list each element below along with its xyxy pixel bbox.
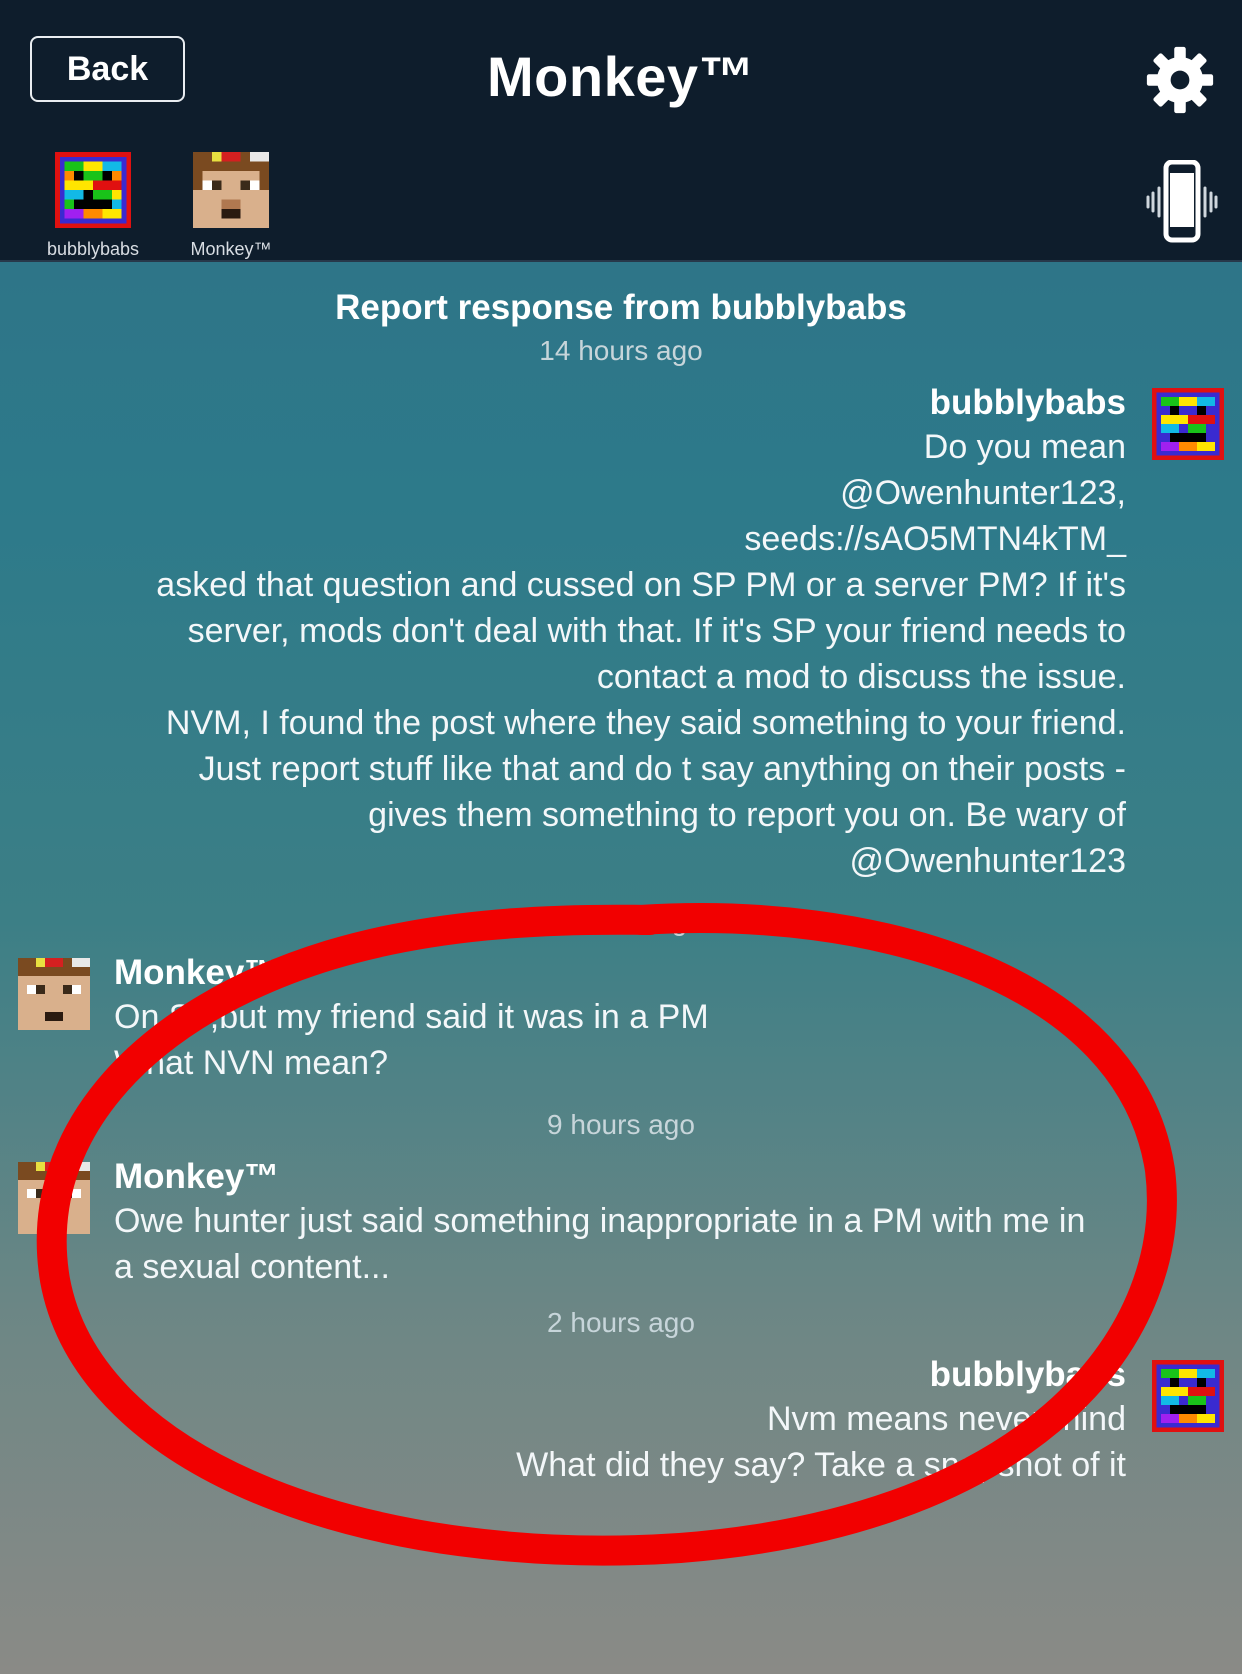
message: bubblybabs Nvm means never mind What did… [516,1354,1126,1488]
message-line: a sexual content... [114,1248,390,1286]
avatar[interactable] [1152,388,1224,460]
message-line: asked that question and cussed on SP PM … [156,566,1126,604]
message-timestamp: 14 hours ago [539,335,703,366]
message: bubblybabs Do you mean @Owenhunter123, s… [156,382,1126,884]
message-sender: bubblybabs [929,383,1126,422]
gear-icon[interactable] [1144,44,1216,116]
avatar [193,152,269,228]
avatar[interactable] [1152,1360,1224,1432]
message-line: seeds://sAO5MTN4kTM_ [744,520,1126,558]
top-bar: Back Monkey™ bubblybabs Monkey™ [0,0,1242,262]
message-line: server, mods don't deal with that. If it… [187,612,1126,650]
participant-monkey[interactable]: Monkey™ [166,152,296,260]
page-title: Monkey™ [487,45,755,108]
message-sender: bubblybabs [929,1355,1126,1394]
participant-name: Monkey™ [190,239,272,259]
message-line: gives them something to report you on. B… [368,796,1126,834]
message-timestamp: 2 hours ago [547,1307,695,1338]
message-line: contact a mod to discuss the issue. [596,658,1126,696]
avatar[interactable] [18,958,90,1030]
participant-bubblybabs[interactable]: bubblybabs [28,152,158,260]
message-line: Just report stuff like that and do t say… [198,750,1126,788]
message-line: What did they say? Take a snapshot of it [516,1446,1126,1484]
message-line: Nvm means never mind [766,1400,1126,1438]
message: Monkey™ Owe hunter just said something i… [114,1156,1085,1290]
conversation-title: Report response from bubblybabs [335,288,907,327]
message-sender: Monkey™ [114,1157,280,1196]
message-timestamp: 9 hours ago [547,1109,695,1140]
message-line: Owe hunter just said something inappropr… [114,1202,1086,1240]
message-line: @Owenhunter123, [840,474,1126,512]
avatar [55,152,131,228]
message: Monkey™ On SP,but my friend said it was … [114,952,709,1086]
message-line: Do you mean [923,428,1126,466]
participant-name: bubblybabs [46,239,140,259]
message-line: NVM, I found the post where they said so… [165,704,1126,742]
vibrate-phone-icon[interactable] [1146,160,1218,244]
message-line: On SP,but my friend said it was in a PM [114,998,709,1036]
message-line: @Owenhunter123 [849,842,1126,880]
message-timestamp: 10 hours ago [539,905,703,936]
avatar[interactable] [18,1162,90,1234]
message-sender: Monkey™ [114,953,280,992]
message-line: What NVN mean? [114,1044,388,1082]
